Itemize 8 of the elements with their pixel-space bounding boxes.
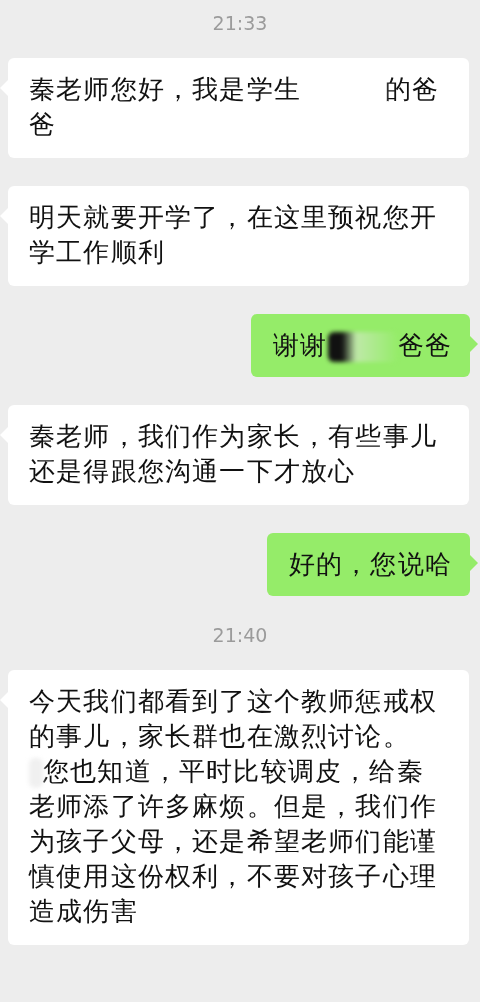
message-text: 秦老师，我们作为家长，有些事儿 还是得跟您沟通一下才放心 <box>29 420 438 488</box>
message-text: 好的，您说哈 <box>288 548 452 581</box>
message-text: 秦老师您好，我是学生 的爸 爸 <box>29 73 441 141</box>
timestamp: 21:40 <box>212 624 268 646</box>
timestamp: 21:33 <box>212 12 268 34</box>
message-text: 今天我们都看到了这个教师惩戒权 的事儿，家长群也在激烈讨论。 您也知道，平时比较调皮，给秦 老师添了许多麻烦。但是，我们作 为孩子父母，还是希望老师们能谨 慎使用这份权利，不要对孩子心理 造成伤害 <box>29 685 438 928</box>
message-text: 谢谢 爸爸 <box>273 329 452 363</box>
message-text: 明天就要开学了，在这里预祝您开 学工作顺利 <box>29 201 438 269</box>
